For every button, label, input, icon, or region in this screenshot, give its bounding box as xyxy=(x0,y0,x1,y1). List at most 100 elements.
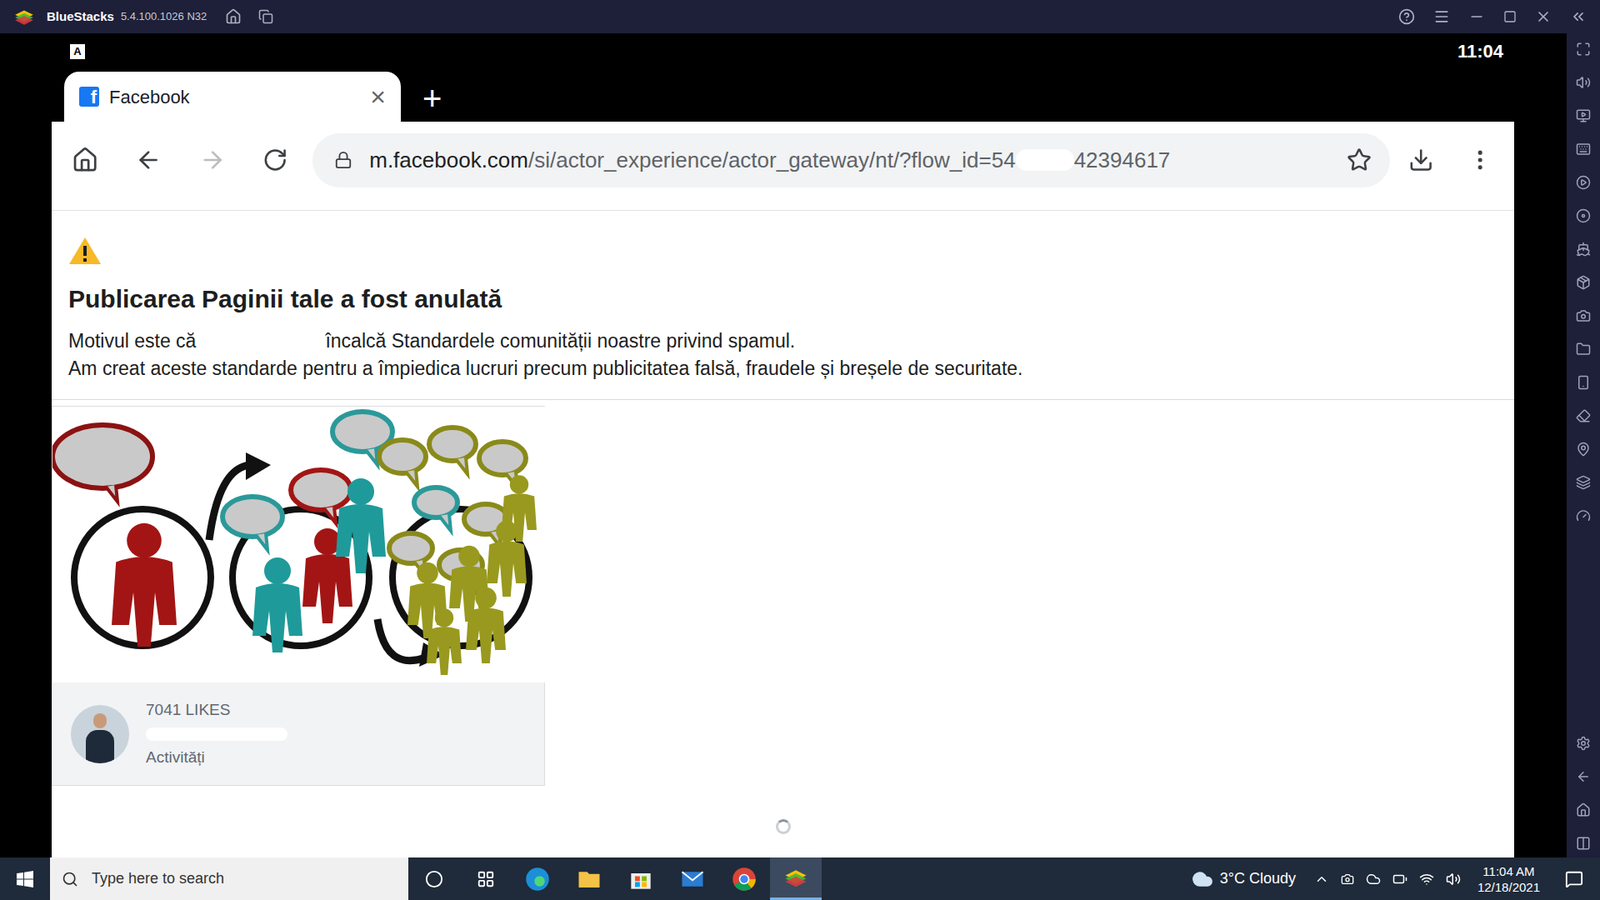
home-icon[interactable] xyxy=(225,8,242,25)
sidebar-tool-icon[interactable] xyxy=(1575,341,1591,357)
minimize-icon[interactable] xyxy=(1468,8,1485,25)
android-screen: A11:04 f Facebook× + m.facebook.com/si/actor… xyxy=(0,33,1567,858)
tab-close-button[interactable]: × xyxy=(370,83,386,110)
store-icon xyxy=(629,867,653,891)
sidebar-tool-icon[interactable] xyxy=(1575,508,1591,524)
folder-icon xyxy=(576,866,602,892)
notice-explanation: Am creat aceste standarde pentru a împie… xyxy=(68,355,1498,383)
url-host: m.facebook.com xyxy=(369,144,529,177)
emulator-title-bar: BlueStacks 5.4.100.1026 N32 xyxy=(0,0,1600,34)
android-back-icon[interactable] xyxy=(1575,769,1591,785)
sidebar-tool-icon[interactable] xyxy=(1575,175,1591,190)
page-likes: 7041 LIKES xyxy=(145,698,288,723)
loading-spinner xyxy=(775,819,791,835)
taskbar-clock[interactable]: 11:04 AM12/18/2021 xyxy=(1472,863,1545,895)
notice-reason-suffix: încalcă Standardele comunității noastre … xyxy=(325,330,795,352)
search-icon xyxy=(61,870,79,888)
sidebar-tool-icon[interactable] xyxy=(1575,108,1591,124)
windows-logo-icon xyxy=(16,870,34,888)
address-bar[interactable]: m.facebook.com/si/actor_experience/actor… xyxy=(312,133,1390,188)
start-button[interactable] xyxy=(0,857,50,900)
cortana-icon xyxy=(425,870,444,889)
bluestacks-taskbar-button[interactable] xyxy=(770,857,822,900)
forward-button-icon[interactable] xyxy=(199,145,226,175)
emulator-title: BlueStacks xyxy=(46,7,115,27)
browser-tab[interactable]: f Facebook× xyxy=(64,71,401,122)
sidebar-tool-icon[interactable] xyxy=(1575,375,1591,390)
chrome-button[interactable] xyxy=(718,857,770,900)
back-button-icon[interactable] xyxy=(135,145,162,175)
android-home-icon[interactable] xyxy=(1575,802,1591,818)
cortana-button[interactable] xyxy=(408,857,460,900)
taskbar: Type here to search 3°C Cloudy 11:04 AM12/… xyxy=(0,857,1600,900)
store-button[interactable] xyxy=(615,857,667,900)
facebook-favicon-icon: f xyxy=(79,86,100,107)
browser-content: m.facebook.com/si/actor_experience/actor… xyxy=(51,121,1515,858)
chrome-icon xyxy=(731,866,757,892)
new-tab-button[interactable]: + xyxy=(422,81,442,115)
browser-toolbar: m.facebook.com/si/actor_experience/actor… xyxy=(51,121,1515,211)
clock-time: 11:04 AM xyxy=(1482,863,1535,880)
help-icon[interactable] xyxy=(1398,8,1415,25)
restore-icon[interactable] xyxy=(1503,10,1517,24)
sidebar-tool-icon[interactable] xyxy=(1575,75,1591,90)
clock-date: 12/18/2021 xyxy=(1477,879,1540,895)
edge-icon xyxy=(525,866,550,892)
wifi-icon[interactable] xyxy=(1419,871,1435,887)
mail-icon xyxy=(680,866,705,892)
reload-button-icon[interactable] xyxy=(262,146,288,174)
tray-camera-icon[interactable] xyxy=(1340,872,1355,886)
settings-icon[interactable] xyxy=(1575,735,1591,751)
page-avatar xyxy=(70,705,130,764)
redacted-page-title xyxy=(145,727,288,741)
emulator-version: 5.4.100.1026 N32 xyxy=(120,8,207,25)
android-status-bar: A11:04 xyxy=(0,33,1567,70)
edge-button[interactable] xyxy=(511,857,564,900)
sidebar-tool-icon[interactable] xyxy=(1575,141,1591,157)
android-recents-icon[interactable] xyxy=(1575,835,1591,851)
page-card[interactable]: 7041 LIKES Activități xyxy=(51,405,545,786)
download-icon[interactable] xyxy=(1408,146,1434,174)
page-card-footer: 7041 LIKES Activități xyxy=(52,682,545,785)
menu-icon[interactable] xyxy=(1433,8,1450,25)
url-tail: 42394617 xyxy=(1074,144,1171,177)
sidebar-tool-icon[interactable] xyxy=(1575,275,1591,290)
url-redaction xyxy=(1015,149,1075,171)
warning-icon xyxy=(68,235,102,266)
notice-reason-prefix: Motivul este că xyxy=(68,330,196,352)
search-placeholder: Type here to search xyxy=(91,867,225,890)
notifications-icon[interactable] xyxy=(1565,870,1584,889)
sidebar-tool-icon[interactable] xyxy=(1575,408,1591,424)
file-explorer-button[interactable] xyxy=(563,857,615,900)
sidebar-tool-icon[interactable] xyxy=(1575,475,1591,490)
more-menu-icon[interactable] xyxy=(1467,146,1493,174)
collapse-sidebar-icon[interactable] xyxy=(1570,8,1587,25)
close-icon[interactable] xyxy=(1535,8,1552,25)
onedrive-icon[interactable] xyxy=(1365,871,1381,887)
status-time: 11:04 xyxy=(1457,37,1504,65)
volume-icon[interactable] xyxy=(1445,871,1461,887)
desktop: BlueStacks 5.4.100.1026 N32 A11:04 f Faceboo… xyxy=(0,0,1600,900)
sidebar-tool-icon[interactable] xyxy=(1575,41,1591,57)
weather-icon[interactable] xyxy=(1191,868,1214,890)
notice-heading: Publicarea Paginii tale a fost anulată xyxy=(68,282,1498,316)
mail-button[interactable] xyxy=(666,857,719,900)
sidebar-tool-icon[interactable] xyxy=(1575,308,1591,324)
emulator-sidebar xyxy=(1566,33,1600,858)
battery-icon[interactable] xyxy=(1392,871,1408,887)
weather-text[interactable]: 3°C Cloudy xyxy=(1220,867,1296,890)
tab-title: Facebook xyxy=(109,83,370,111)
bluestacks-logo-icon xyxy=(13,5,35,28)
url-path: /si/actor_experience/actor_gateway/nt/?f… xyxy=(528,144,1016,177)
sidebar-tool-icon[interactable] xyxy=(1575,208,1591,224)
sidebar-tool-icon[interactable] xyxy=(1575,441,1591,457)
task-view-button[interactable] xyxy=(460,857,512,900)
multi-instance-icon[interactable] xyxy=(258,9,274,25)
taskbar-search[interactable]: Type here to search xyxy=(50,857,409,900)
sidebar-tool-icon[interactable] xyxy=(1575,241,1591,257)
page-category: Activități xyxy=(145,745,288,770)
page-cover-image xyxy=(52,406,546,683)
home-button-icon[interactable] xyxy=(71,145,99,175)
bookmark-star-icon[interactable] xyxy=(1346,147,1372,173)
tray-overflow-icon[interactable] xyxy=(1314,871,1330,887)
